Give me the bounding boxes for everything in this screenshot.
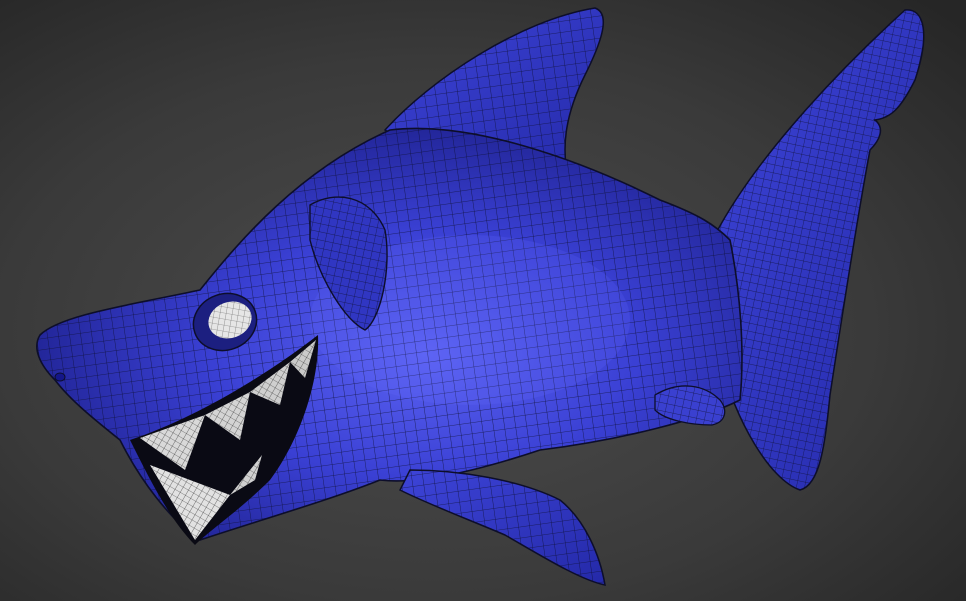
shark-render: [0, 0, 966, 601]
nostril: [54, 372, 66, 382]
3d-viewport[interactable]: [0, 0, 966, 601]
